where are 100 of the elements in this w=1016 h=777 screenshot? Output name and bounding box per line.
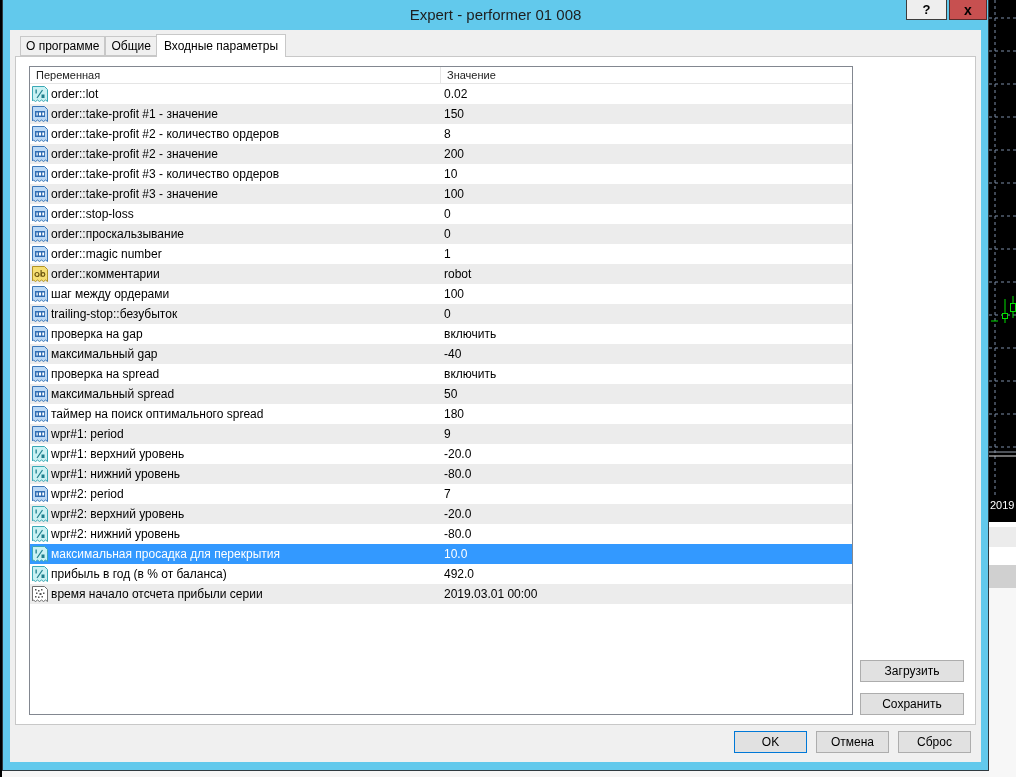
side-button[interactable]: Загрузить	[860, 660, 964, 682]
variable-name: проверка на spread	[51, 367, 160, 381]
variable-value: -40	[443, 347, 462, 361]
variable-name: order::take-profit #2 - количество ордеров	[51, 127, 280, 141]
variable-name: проверка на gap	[51, 327, 143, 341]
variable-name: wpr#2: нижний уровень	[51, 527, 181, 541]
variable-name: order::take-profit #2 - значение	[51, 147, 218, 161]
fraction-tile-icon	[32, 546, 48, 562]
variable-value: 50	[443, 387, 458, 401]
variable-value: 150	[443, 107, 465, 121]
variable-value: 0	[443, 307, 451, 321]
variable-name: wpr#1: верхний уровень	[51, 447, 185, 461]
variable-value: 100	[443, 187, 465, 201]
parameter-row[interactable]: максимальный spread 50	[30, 384, 852, 404]
variable-name: order::take-profit #1 - значение	[51, 107, 218, 121]
parameter-row[interactable]: максимальный gap -40	[30, 344, 852, 364]
parameter-row[interactable]: order::take-profit #2 - значение 200	[30, 144, 852, 164]
variable-value: -20.0	[443, 447, 472, 461]
tab[interactable]: Общие	[105, 36, 157, 56]
parameter-row[interactable]: trailing-stop::безубыток 0	[30, 304, 852, 324]
parameter-row[interactable]: время начало отсчета прибыли серии 2019.03.01 00:00	[30, 584, 852, 604]
parameter-row[interactable]: order::take-profit #1 - значение 150	[30, 104, 852, 124]
parameter-row[interactable]: order::комментарии robot	[30, 264, 852, 284]
number-tile-icon	[32, 426, 48, 442]
variable-name: шаг между ордерами	[51, 287, 170, 301]
variable-name: максимальный spread	[51, 387, 175, 401]
number-tile-icon	[32, 386, 48, 402]
variable-name: order::проскальзывание	[51, 227, 184, 241]
variable-value: 0	[443, 207, 451, 221]
variable-value: 10.0	[443, 547, 468, 561]
variable-name: максимальная просадка для перекрытия	[51, 547, 280, 561]
help-button[interactable]: ?	[906, 0, 947, 20]
fraction-tile-icon	[32, 86, 48, 102]
variable-name: wpr#2: period	[51, 487, 124, 501]
number-tile-icon	[32, 486, 48, 502]
number-tile-icon	[32, 206, 48, 222]
parameter-row[interactable]: order::проскальзывание 0	[30, 224, 852, 244]
chart-axis-label: 2019	[989, 498, 1016, 512]
variable-value: 180	[443, 407, 465, 421]
variable-name: время начало отсчета прибыли серии	[51, 587, 263, 601]
text-tile-icon	[32, 266, 48, 282]
variable-name: order::комментарии	[51, 267, 160, 281]
variable-name: wpr#2: верхний уровень	[51, 507, 185, 521]
number-tile-icon	[32, 146, 48, 162]
dialog-button[interactable]: Отмена	[816, 731, 889, 753]
fraction-tile-icon	[32, 566, 48, 582]
variable-value: 200	[443, 147, 465, 161]
fraction-tile-icon	[32, 506, 48, 522]
variable-value: 10	[443, 167, 458, 181]
variable-value: robot	[443, 267, 472, 281]
number-tile-icon	[32, 326, 48, 342]
variable-name: wpr#1: period	[51, 427, 124, 441]
tab[interactable]: О программе	[20, 36, 106, 56]
tab[interactable]: Входные параметры	[155, 34, 287, 57]
variable-value: -20.0	[443, 507, 472, 521]
dotted-tile-icon	[32, 586, 48, 602]
dialog-button[interactable]: Сброс	[898, 731, 971, 753]
number-tile-icon	[32, 186, 48, 202]
variable-name: wpr#1: нижний уровень	[51, 467, 181, 481]
parameter-row[interactable]: wpr#2: верхний уровень -20.0	[30, 504, 852, 524]
variable-name: order::take-profit #3 - количество ордеров	[51, 167, 280, 181]
fraction-tile-icon	[32, 526, 48, 542]
number-tile-icon	[32, 306, 48, 322]
side-button[interactable]: Сохранить	[860, 693, 964, 715]
variable-name: order::take-profit #3 - значение	[51, 187, 218, 201]
variable-name: order::stop-loss	[51, 207, 134, 221]
column-header[interactable]: Значение	[441, 67, 852, 83]
number-tile-icon	[32, 106, 48, 122]
number-tile-icon	[32, 126, 48, 142]
number-tile-icon	[32, 286, 48, 302]
variable-value: 492.0	[443, 567, 475, 581]
variable-value: -80.0	[443, 527, 472, 541]
variable-value: 0	[443, 227, 451, 241]
number-tile-icon	[32, 246, 48, 262]
dialog-button[interactable]: OK	[734, 731, 807, 753]
window-title: Expert - performer 01 008	[409, 6, 582, 24]
variable-name: order::magic number	[51, 247, 162, 261]
variable-value: 1	[443, 247, 451, 261]
variable-name: trailing-stop::безубыток	[51, 307, 178, 321]
close-button[interactable]: x	[949, 0, 987, 20]
variable-value: включить	[443, 367, 497, 381]
number-tile-icon	[32, 406, 48, 422]
number-tile-icon	[32, 166, 48, 182]
variable-value: 100	[443, 287, 465, 301]
parameter-row[interactable]: wpr#1: нижний уровень -80.0	[30, 464, 852, 484]
parameter-row[interactable]: wpr#1: period 9	[30, 424, 852, 444]
number-tile-icon	[32, 346, 48, 362]
variable-value: 7	[443, 487, 451, 501]
fraction-tile-icon	[32, 446, 48, 462]
variable-name: прибыль в год (в % от баланса)	[51, 567, 227, 581]
fraction-tile-icon	[32, 466, 48, 482]
column-header[interactable]: Переменная	[30, 67, 441, 83]
variable-value: 0.02	[443, 87, 468, 101]
variable-value: 9	[443, 427, 451, 441]
variable-value: включить	[443, 327, 497, 341]
number-tile-icon	[32, 366, 48, 382]
variable-value: 2019.03.01 00:00	[443, 587, 538, 601]
variable-value: 8	[443, 127, 451, 141]
parameter-row[interactable]: order::take-profit #3 - значение 100	[30, 184, 852, 204]
variable-value: -80.0	[443, 467, 472, 481]
